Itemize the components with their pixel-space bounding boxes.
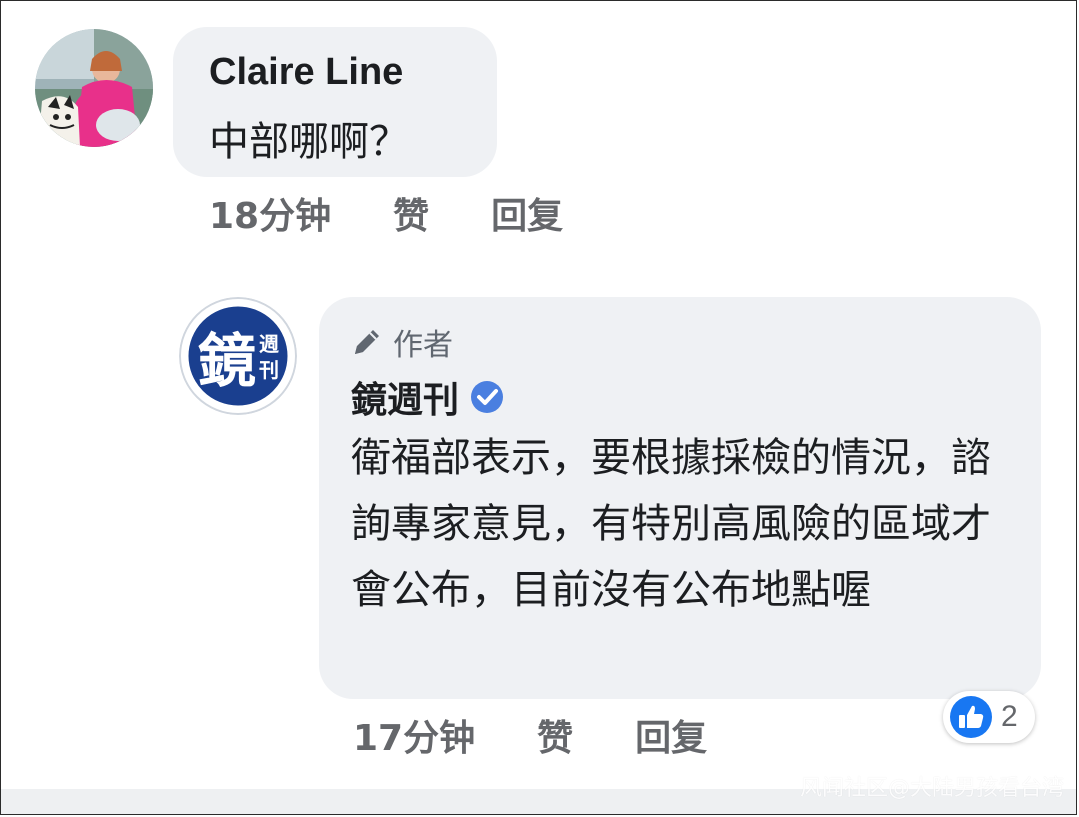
comment-thread: Claire Line 中部哪啊？ 18分钟 赞 回复 鏡 週 刊 作者 鏡週刊 [0, 0, 1077, 815]
comment-bubble: 作者 鏡週刊 衛福部表示，要根據採檢的情況，諮詢專家意見，有特別高風險的區域才會… [319, 297, 1041, 699]
comment-author[interactable]: Claire Line [209, 51, 403, 94]
pencil-icon [355, 330, 379, 354]
logo-big-char: 鏡 [198, 327, 256, 395]
comment-author-row: 鏡週刊 [351, 371, 505, 423]
comment-actions: 18分钟 赞 回复 [209, 187, 563, 239]
page-logo-icon: 鏡 週 刊 [179, 297, 297, 415]
author-badge: 作者 [351, 325, 453, 363]
author-badge-label: 作者 [393, 328, 453, 363]
verified-badge-icon [471, 381, 504, 413]
comment-text: 衛福部表示，要根據採檢的情況，諮詢專家意見，有特別高風險的區域才會公布，目前沒有… [351, 435, 991, 613]
comment-timestamp[interactable]: 18分钟 [209, 187, 331, 239]
reply-button[interactable]: 回复 [635, 709, 707, 761]
logo-small-char-1: 週 [259, 332, 279, 356]
reaction-summary[interactable]: 2 [943, 691, 1035, 743]
avatar-page-logo[interactable]: 鏡 週 刊 [179, 297, 297, 415]
thumbs-up-icon [950, 696, 992, 738]
comment-bubble: Claire Line 中部哪啊？ [173, 27, 497, 177]
watermark: 风闻社区@大陆男孩看台湾 [799, 776, 1064, 801]
comment-actions: 17分钟 赞 回复 [353, 709, 707, 761]
avatar-claire-line[interactable] [34, 29, 154, 147]
like-button[interactable]: 赞 [537, 709, 573, 761]
logo-small-char-2: 刊 [259, 358, 279, 382]
reaction-count: 2 [1001, 700, 1018, 733]
reply-button[interactable]: 回复 [491, 187, 563, 239]
comment-timestamp[interactable]: 17分钟 [353, 709, 475, 761]
avatar-photo [35, 29, 153, 147]
comment-author[interactable]: 鏡週刊 [351, 371, 459, 423]
comment-text: 中部哪啊？ [209, 119, 409, 165]
like-button[interactable]: 赞 [393, 187, 429, 239]
